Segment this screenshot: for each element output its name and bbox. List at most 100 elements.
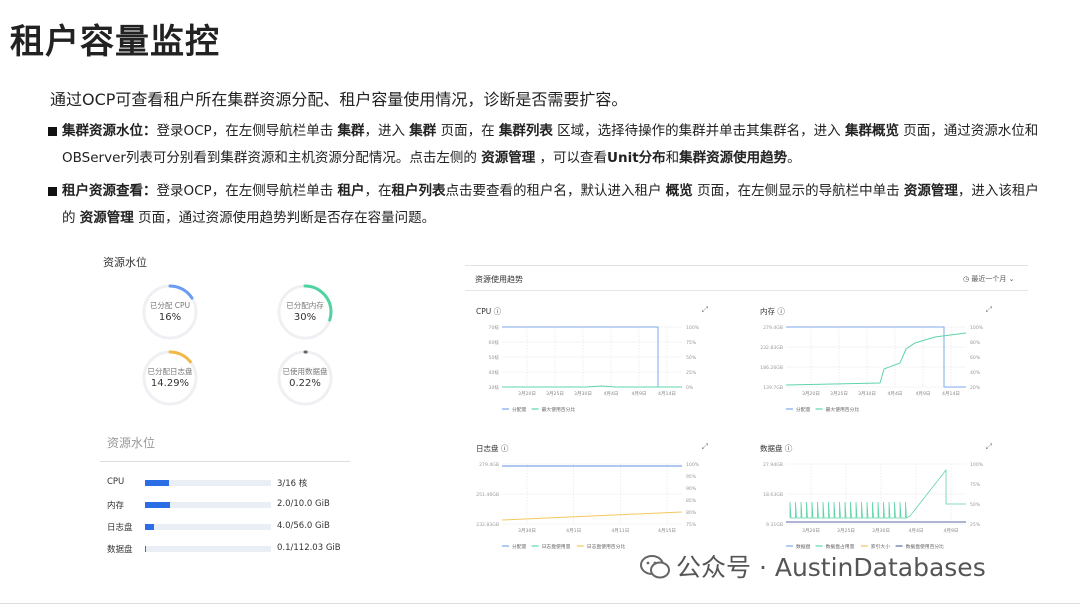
series-line (502, 385, 682, 388)
period-selector[interactable]: ◷ 最近一个月 ⌄ (963, 274, 1014, 284)
bullet-square (48, 187, 57, 196)
bullet-text-segment: 登录OCP，在左侧导航栏单击 (156, 183, 338, 199)
page-title: 租户容量监控 (10, 22, 220, 62)
gauge-value: 16% (158, 312, 182, 323)
resource-value: 0.1/112.03 GiB (277, 543, 341, 553)
bullet-text-segment: ，进入 (364, 123, 410, 139)
x-tick-label: 4月1日 (566, 528, 581, 534)
chart-cpu: 70核 60核 50核 40核 30核 100% 75% 50% 25% 0% 3月20日 3月25日… (489, 324, 700, 413)
x-tick-label: 3月30日 (872, 528, 890, 534)
y2-tick-label: 100% (970, 325, 984, 331)
legend-label: 分配量 (512, 543, 527, 550)
y-tick-label: 186.26GB (760, 365, 783, 371)
bullet-bold-term: Unit分布 (607, 150, 666, 166)
y-tick-label: 40核 (489, 369, 500, 376)
x-tick-label: 4月14日 (658, 391, 676, 397)
y-tick-label: 232.83GB (760, 345, 783, 351)
resource-row-log-disk: 日志盘 4.0/56.0 GiB (107, 521, 347, 533)
y-tick-label: 27.94GB (763, 462, 783, 468)
legend-label: 分配量 (512, 406, 527, 413)
period-label: 最近一个月 (971, 275, 1007, 283)
x-tick-label: 4月11日 (611, 528, 629, 534)
y2-tick-label: 20% (970, 385, 981, 391)
y2-tick-label: 100% (686, 325, 700, 331)
bullet-bold-term: 租户 (337, 183, 365, 199)
wechat-icon (640, 555, 670, 579)
x-tick-label: 3月25日 (830, 391, 848, 397)
gauge-log-disk: 已分配日志盘 14.29% (141, 349, 199, 407)
chart-card-memory: 内存 ⓘ ⤢ 279.4GB 232.83GB 186.26GB 139.7GB 100… (750, 297, 1002, 422)
legend-label: 最大使用百分比 (542, 406, 576, 413)
gauge-label: 已分配内存 (286, 301, 324, 310)
x-tick-label: 3月20日 (802, 528, 820, 534)
x-tick-label: 4月4日 (887, 391, 902, 397)
chart-log-disk: 279.4GB 251.46GB 232.83GB 100% 95% 90% 85% 80% 7… (476, 462, 700, 550)
gauge-value: 0.22% (289, 378, 321, 389)
watermark-text: 公众号 · AustinDatabases (676, 553, 986, 582)
x-tick-label: 4月4日 (603, 391, 618, 397)
y2-tick-label: 85% (686, 498, 697, 504)
chart-card-log-disk: 日志盘 ⓘ ⤢ 279.4GB 251.46GB 232.83GB 100% 95% 90… (466, 434, 718, 559)
x-tick-label: 3月30日 (518, 528, 536, 534)
bottom-divider (0, 603, 1080, 604)
y2-tick-label: 40% (970, 370, 981, 376)
x-tick-label: 4月9日 (915, 391, 930, 397)
y2-tick-label: 75% (686, 522, 697, 528)
resource-bar-fill (145, 502, 171, 508)
resource-value: 4.0/56.0 GiB (277, 521, 330, 531)
y-tick-label: 279.4GB (763, 325, 783, 331)
bullet-bold-term: 集群 (337, 123, 365, 139)
divider (465, 290, 1028, 291)
bullet-bold-term: 概览 (665, 183, 693, 199)
y2-tick-label: 25% (686, 370, 697, 376)
bullet-bold-term: 租户列表 (391, 183, 446, 199)
bullet-text-segment: 和 (665, 150, 680, 166)
gauge-section-title: 资源水位 (103, 256, 147, 269)
y2-tick-label: 80% (970, 340, 981, 346)
y2-tick-label: 75% (970, 482, 981, 488)
x-tick-label: 3月30日 (574, 391, 592, 397)
resource-name: 日志盘 (107, 523, 133, 533)
y2-tick-label: 75% (686, 340, 697, 346)
y2-tick-label: 100% (686, 462, 700, 468)
x-tick-label: 4月4日 (908, 528, 923, 534)
legend-label: 最大使用百分比 (826, 406, 860, 413)
y-tick-label: 70核 (489, 324, 500, 331)
resource-name: 内存 (107, 501, 125, 511)
y-tick-label: 139.7GB (763, 385, 783, 391)
y2-tick-label: 50% (686, 355, 697, 361)
resource-row-cpu: CPU 3/16 核 (107, 477, 347, 489)
y2-tick-label: 0% (686, 385, 694, 391)
bullet-text-segment: 登录OCP，在左侧导航栏单击 (156, 123, 338, 139)
gauge-value: 30% (293, 312, 317, 323)
intro-text: 通过OCP可查看租户所在集群资源分配、租户容量使用情况，诊断是否需要扩容。 (50, 90, 628, 109)
series-line (785, 332, 967, 386)
clock-icon: ◷ (963, 275, 970, 283)
bullet-square (48, 127, 57, 136)
x-tick-label: 4月9日 (631, 391, 646, 397)
y2-tick-label: 60% (970, 355, 981, 361)
legend-label: 分配量 (796, 406, 811, 413)
y-tick-label: 30核 (489, 384, 500, 391)
x-tick-label: 4月14日 (942, 391, 960, 397)
bullet-text-segment: 。 (787, 150, 801, 166)
resource-row-data-disk: 数据盘 0.1/112.03 GiB (107, 543, 347, 555)
resource-bar-fill (145, 524, 154, 530)
bullet-text-segment: 页面，在左侧显示的导航栏中单击 (692, 183, 904, 199)
gauge-data-disk: 已使用数据盘 0.22% (276, 349, 334, 407)
y2-tick-label: 90% (686, 486, 697, 492)
watermark: 公众号 · AustinDatabases (640, 548, 986, 584)
bullet-bold-term: 集群资源使用趋势 (679, 150, 788, 166)
bullet-text-segment: ，在 (364, 183, 392, 199)
y2-tick-label: 80% (686, 510, 697, 516)
y-tick-label: 9.31GB (766, 522, 783, 528)
gauge-label: 已分配 CPU (149, 301, 191, 310)
bullet-text-segment: 页面，在 (436, 123, 499, 139)
bullet-bold-term: 资源管理 (903, 183, 958, 199)
resource-bar-track (145, 480, 271, 486)
chevron-down-icon: ⌄ (1008, 275, 1015, 283)
x-tick-label: 4月15日 (658, 528, 676, 534)
bullet-text-segment: 区域，选择待操作的集群并单击其集群名，进入 (552, 123, 845, 139)
x-tick-label: 3月20日 (518, 391, 536, 397)
legend-label: 日志盘使用量 (542, 543, 571, 550)
